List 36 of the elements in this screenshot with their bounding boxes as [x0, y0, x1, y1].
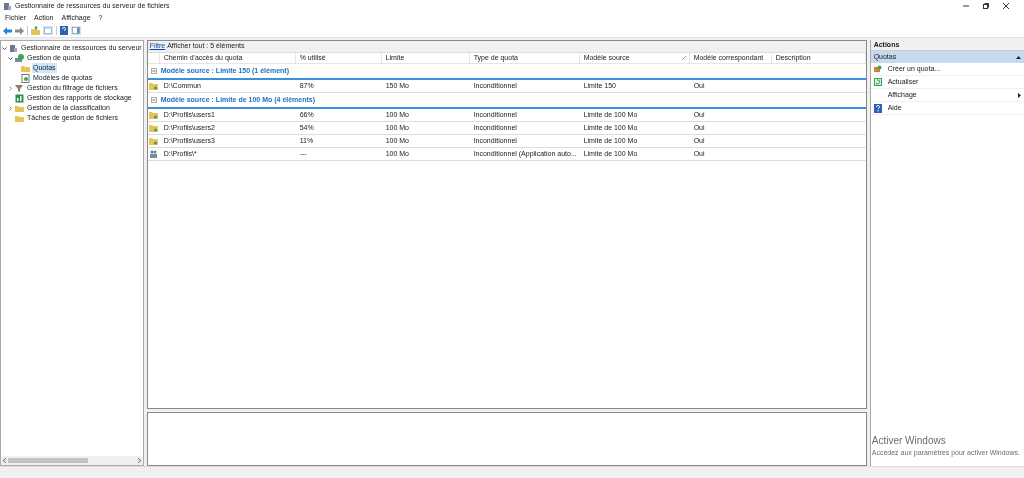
panel-icon[interactable]: [71, 26, 81, 35]
scroll-right-icon[interactable]: [137, 458, 141, 463]
scroll-thumb[interactable]: [8, 458, 88, 463]
scroll-left-icon[interactable]: [3, 458, 6, 463]
funnel-icon: [15, 83, 24, 93]
folder-icon: [149, 124, 159, 132]
create-icon: [873, 65, 882, 73]
refresh-icon: [873, 78, 882, 86]
submenu-arrow-icon: [1018, 92, 1021, 98]
help-icon: [873, 103, 882, 113]
report-icon: [15, 93, 24, 103]
collapse-icon[interactable]: [1016, 55, 1021, 59]
back-arrow-icon[interactable]: [3, 26, 12, 35]
chevron-icon[interactable]: [7, 55, 13, 61]
server-icon: [9, 43, 18, 53]
sort-icon: [681, 56, 686, 60]
help-icon[interactable]: [60, 26, 68, 35]
folder-up-icon[interactable]: [31, 26, 40, 35]
restore-icon[interactable]: [983, 3, 989, 9]
chevron-icon[interactable]: [7, 85, 13, 91]
folder-icon: [149, 137, 159, 145]
minimize-icon[interactable]: [963, 3, 969, 9]
folder-icon: [149, 82, 159, 90]
users-icon: [149, 150, 159, 158]
close-icon[interactable]: [1003, 3, 1009, 9]
server-icon: [3, 1, 12, 11]
chevron-icon[interactable]: [7, 105, 13, 111]
panel-icon[interactable]: [43, 26, 53, 35]
forward-arrow-icon[interactable]: [15, 26, 24, 35]
folder-icon: [149, 111, 159, 119]
horizontal-scrollbar[interactable]: [1, 456, 143, 465]
chevron-icon[interactable]: [1, 45, 7, 51]
document-icon: [21, 73, 30, 83]
folder-icon: [21, 63, 30, 73]
drive-gauge-icon: [15, 53, 24, 63]
activation-title: Activer Windows: [871, 433, 947, 448]
